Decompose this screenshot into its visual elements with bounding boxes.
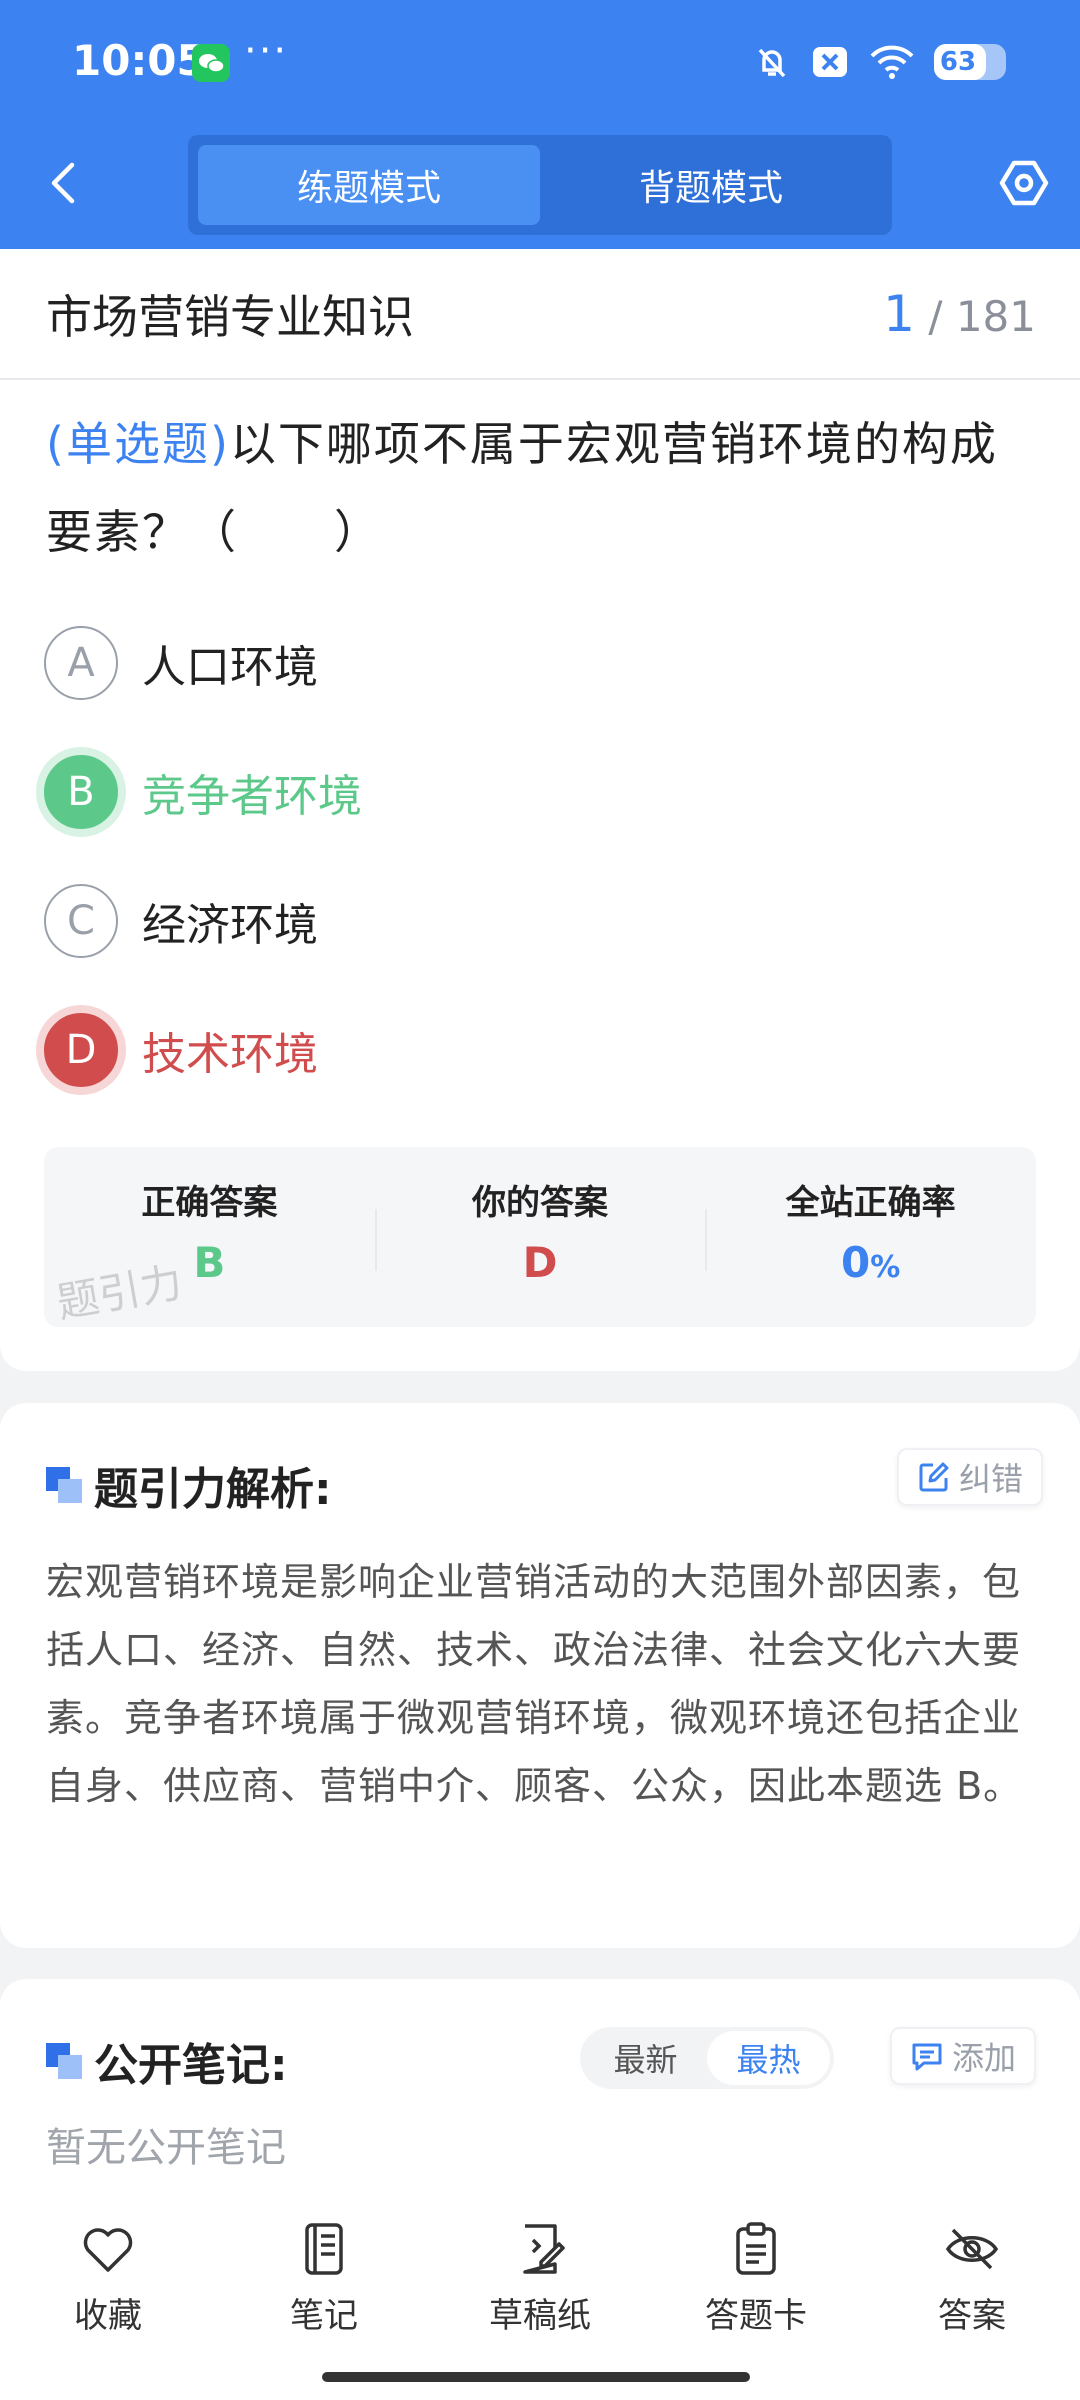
settings-button[interactable] — [996, 155, 1052, 211]
option-letter: C — [44, 883, 118, 958]
option-a[interactable]: A 人口环境 — [0, 598, 1080, 727]
edit-icon — [919, 1462, 949, 1492]
wifi-icon — [870, 45, 914, 79]
question-progress: 1 / 181 — [883, 285, 1036, 343]
status-time: 10:05 — [72, 36, 206, 85]
eye-off-icon — [945, 2228, 999, 2270]
add-note-label: 添加 — [952, 2039, 1017, 2077]
your-answer-label: 你的答案 — [472, 1183, 608, 1223]
bottom-toolbar: 收藏 笔记 草稿纸 答题卡 答案 — [0, 2190, 1080, 2400]
chevron-left-icon — [51, 162, 75, 204]
analysis-text: 宏观营销环境是影响企业营销活动的大范围外部因素，包括人口、经济、自然、技术、政治… — [46, 1560, 1023, 1808]
clipboard-icon — [736, 2222, 776, 2275]
accuracy-value: 0% — [841, 1238, 900, 1287]
draft-icon — [523, 2224, 565, 2274]
question-card: 市场营销专业知识 1 / 181 (单选题)以下哪项不属于宏观营销环境的构成要素… — [0, 249, 1080, 1371]
favorite-button[interactable]: 收藏 — [0, 2190, 216, 2400]
option-text: 人口环境 — [142, 641, 318, 693]
accuracy-label: 全站正确率 — [785, 1183, 956, 1223]
wechat-icon — [192, 44, 230, 82]
your-answer-col: 你的答案 D — [374, 1147, 706, 1327]
add-note-button[interactable]: 添加 — [890, 2027, 1037, 2085]
gear-icon — [999, 160, 1049, 206]
notes-button[interactable]: 笔记 — [216, 2190, 432, 2400]
bell-off-icon — [758, 48, 786, 78]
option-text: 竞争者环境 — [142, 770, 362, 822]
correct-answer-label: 正确答案 — [141, 1183, 278, 1223]
accuracy-unit: % — [870, 1250, 901, 1285]
comment-icon — [912, 2043, 942, 2071]
answer-sheet-label: 答题卡 — [705, 2296, 807, 2336]
section-squares-icon — [46, 2043, 82, 2079]
option-d[interactable]: D 技术环境 — [0, 985, 1080, 1114]
sort-latest[interactable]: 最新 — [584, 2031, 707, 2085]
option-c[interactable]: C 经济环境 — [0, 856, 1080, 985]
battery-icon: 63 — [934, 44, 1006, 80]
accuracy-col: 全站正确率 0% — [705, 1147, 1036, 1327]
draft-paper-button[interactable]: 草稿纸 — [432, 2190, 648, 2400]
report-error-button[interactable]: 纠错 — [897, 1448, 1044, 1506]
option-letter: B — [44, 754, 118, 829]
status-more-dots: ··· — [244, 28, 289, 74]
favorite-label: 收藏 — [74, 2296, 142, 2336]
report-error-label: 纠错 — [959, 1460, 1024, 1498]
close-box-icon — [813, 47, 847, 77]
total-questions: / 181 — [928, 291, 1036, 341]
back-button[interactable] — [38, 158, 88, 208]
answer-sheet-button[interactable]: 答题卡 — [648, 2190, 864, 2400]
your-answer-value: D — [522, 1238, 558, 1287]
home-indicator[interactable] — [322, 2372, 750, 2382]
status-icons: 63 — [752, 40, 1006, 84]
current-question-number: 1 — [883, 284, 915, 343]
notes-title: 公开笔记: — [94, 2040, 288, 2091]
option-letter: A — [44, 625, 118, 700]
accuracy-number: 0 — [841, 1238, 871, 1287]
question-type: (单选题) — [46, 417, 230, 471]
show-answer-label: 答案 — [938, 2296, 1006, 2336]
notes-header: 公开笔记: — [46, 2029, 288, 2093]
empty-notes-text: 暂无公开笔记 — [46, 2125, 286, 2171]
correct-answer-col: 正确答案 B 题引力 — [44, 1147, 375, 1327]
question-stem: (单选题)以下哪项不属于宏观营销环境的构成要素？（ ） — [0, 380, 1080, 576]
battery-level: 63 — [939, 47, 977, 77]
tab-practice-mode[interactable]: 练题模式 — [198, 145, 540, 225]
option-text: 技术环境 — [142, 1028, 318, 1080]
option-text: 经济环境 — [142, 899, 318, 951]
show-answer-button[interactable]: 答案 — [864, 2190, 1080, 2400]
option-letter: D — [44, 1012, 118, 1087]
draft-paper-label: 草稿纸 — [489, 2296, 591, 2336]
analysis-header: 题引力解析: — [46, 1453, 332, 1517]
notes-label: 笔记 — [290, 2296, 358, 2336]
heart-icon — [83, 2228, 133, 2272]
answer-summary: 正确答案 B 题引力 你的答案 D 全站正确率 0% — [44, 1147, 1036, 1327]
tab-memorize-mode[interactable]: 背题模式 — [540, 145, 882, 225]
sort-hottest[interactable]: 最热 — [707, 2031, 830, 2085]
watermark: 题引力 — [53, 1257, 186, 1327]
section-squares-icon — [46, 1467, 82, 1503]
subject-bar: 市场营销专业知识 1 / 181 — [0, 249, 1080, 380]
subject-title: 市场营销专业知识 — [46, 289, 414, 344]
options-list: A 人口环境 B 竞争者环境 C 经济环境 D 技术环境 — [0, 598, 1080, 1114]
notes-sort-switch: 最新 最热 — [580, 2027, 834, 2089]
top-header: 10:05 ··· 63 练题模式 背题模式 — [0, 0, 1080, 249]
mode-switch: 练题模式 背题模式 — [188, 135, 892, 235]
analysis-title: 题引力解析: — [94, 1464, 332, 1515]
notebook-icon — [305, 2223, 343, 2275]
correct-answer-value: B — [193, 1238, 226, 1287]
option-b[interactable]: B 竞争者环境 — [0, 727, 1080, 856]
analysis-card: 题引力解析: 纠错 宏观营销环境是影响企业营销活动的大范围外部因素，包括人口、经… — [0, 1403, 1080, 1948]
